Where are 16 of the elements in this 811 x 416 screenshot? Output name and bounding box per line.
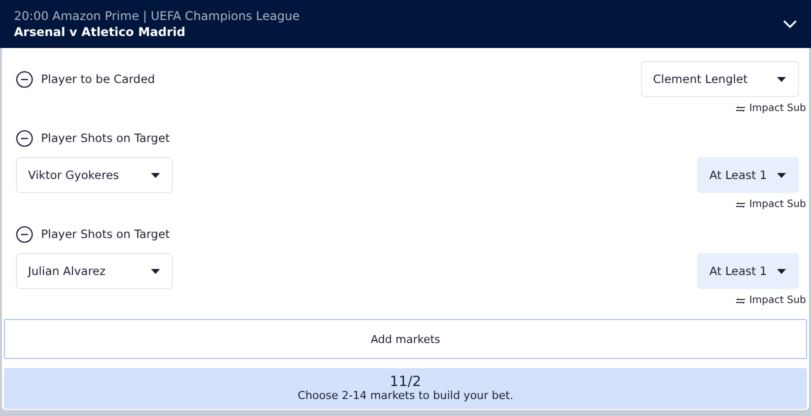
match-title: Arsenal v Atletico Madrid: [14, 25, 186, 39]
threshold-dropdown[interactable]: At Least 1: [697, 157, 799, 193]
add-markets-button[interactable]: Add markets: [4, 319, 807, 359]
threshold-dropdown[interactable]: At Least 1: [697, 253, 799, 289]
impact-sub-label[interactable]: Impact Sub: [749, 103, 806, 114]
player-dropdown[interactable]: Julian Alvarez: [16, 253, 173, 289]
market-title: Player to be Carded: [41, 72, 155, 86]
market-title: Player Shots on Target: [41, 131, 170, 145]
market-title: Player Shots on Target: [41, 227, 170, 241]
player-dropdown[interactable]: Clement Lenglet: [641, 61, 799, 97]
odds-text: 11/2: [390, 375, 422, 389]
hint-text: Choose 2-14 markets to build your bet.: [298, 389, 514, 402]
impact-sub-label[interactable]: Impact Sub: [749, 199, 806, 210]
player-dropdown[interactable]: Viktor Gyokeres: [16, 157, 173, 193]
impact-sub-label[interactable]: Impact Sub: [749, 295, 806, 306]
broadcast-info: 20:00 Amazon Prime | UEFA Champions League: [14, 9, 301, 23]
